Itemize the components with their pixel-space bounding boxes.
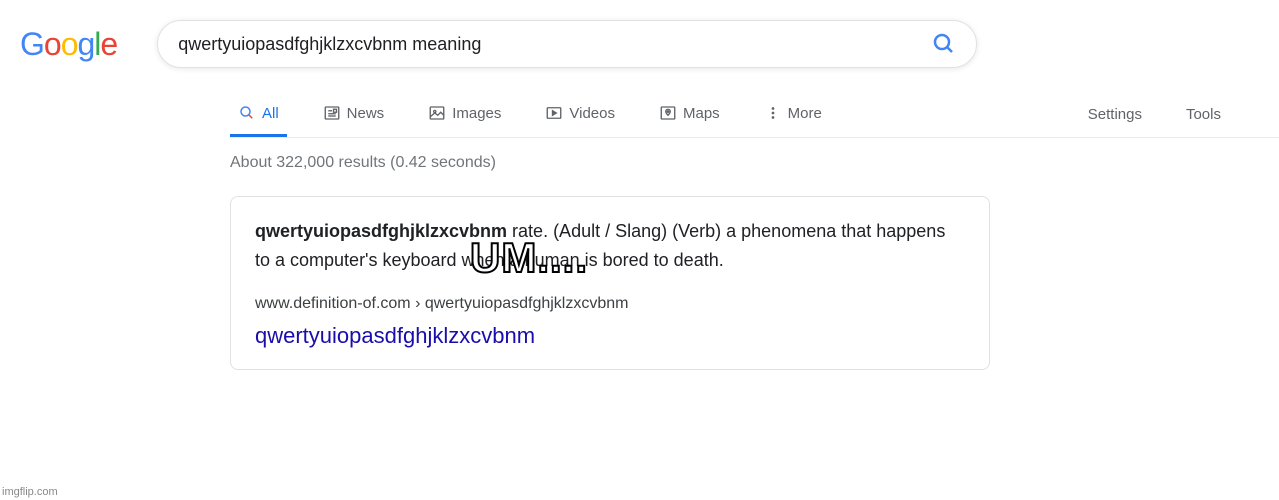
maps-icon	[659, 104, 677, 122]
results-area: About 322,000 results (0.42 seconds) qwe…	[230, 154, 1279, 370]
tab-maps[interactable]: Maps	[651, 92, 728, 137]
snippet-url: www.definition-of.com › qwertyuiopasdfgh…	[255, 295, 965, 313]
logo-letter: o	[44, 26, 61, 62]
tab-label: All	[262, 105, 279, 122]
snippet-title-link[interactable]: qwertyuiopasdfghjklzxcvbnm	[255, 323, 965, 349]
snippet-text: qwertyuiopasdfghjklzxcvbnm rate. (Adult …	[255, 217, 965, 275]
images-icon	[428, 104, 446, 122]
tab-label: Maps	[683, 105, 720, 122]
tab-label: More	[788, 105, 822, 122]
header: Google	[0, 0, 1279, 68]
tabs-row: All News Images Videos Maps More Setting…	[230, 92, 1279, 138]
tools-link[interactable]: Tools	[1178, 94, 1229, 135]
news-icon	[323, 104, 341, 122]
google-logo[interactable]: Google	[20, 26, 117, 63]
meme-caption: UM....	[470, 234, 588, 282]
tab-news[interactable]: News	[315, 92, 393, 137]
tab-videos[interactable]: Videos	[537, 92, 623, 137]
search-small-icon	[238, 104, 256, 122]
tabs-left: All News Images Videos Maps More	[230, 92, 830, 137]
tabs-right: Settings Tools	[1080, 94, 1229, 135]
watermark: imgflip.com	[2, 486, 58, 498]
more-icon	[764, 104, 782, 122]
logo-letter: o	[61, 26, 78, 62]
logo-letter: g	[77, 26, 94, 62]
tab-label: Images	[452, 105, 501, 122]
tab-more[interactable]: More	[756, 92, 830, 137]
result-stats: About 322,000 results (0.42 seconds)	[230, 154, 1279, 172]
search-icon[interactable]	[932, 32, 956, 56]
tab-label: News	[347, 105, 385, 122]
featured-snippet: qwertyuiopasdfghjklzxcvbnm rate. (Adult …	[230, 196, 990, 370]
search-input[interactable]	[178, 34, 932, 55]
logo-letter: G	[20, 26, 44, 62]
tab-images[interactable]: Images	[420, 92, 509, 137]
videos-icon	[545, 104, 563, 122]
tab-label: Videos	[569, 105, 615, 122]
tab-all[interactable]: All	[230, 92, 287, 137]
settings-link[interactable]: Settings	[1080, 94, 1150, 135]
search-box[interactable]	[157, 20, 977, 68]
logo-letter: e	[100, 26, 117, 62]
